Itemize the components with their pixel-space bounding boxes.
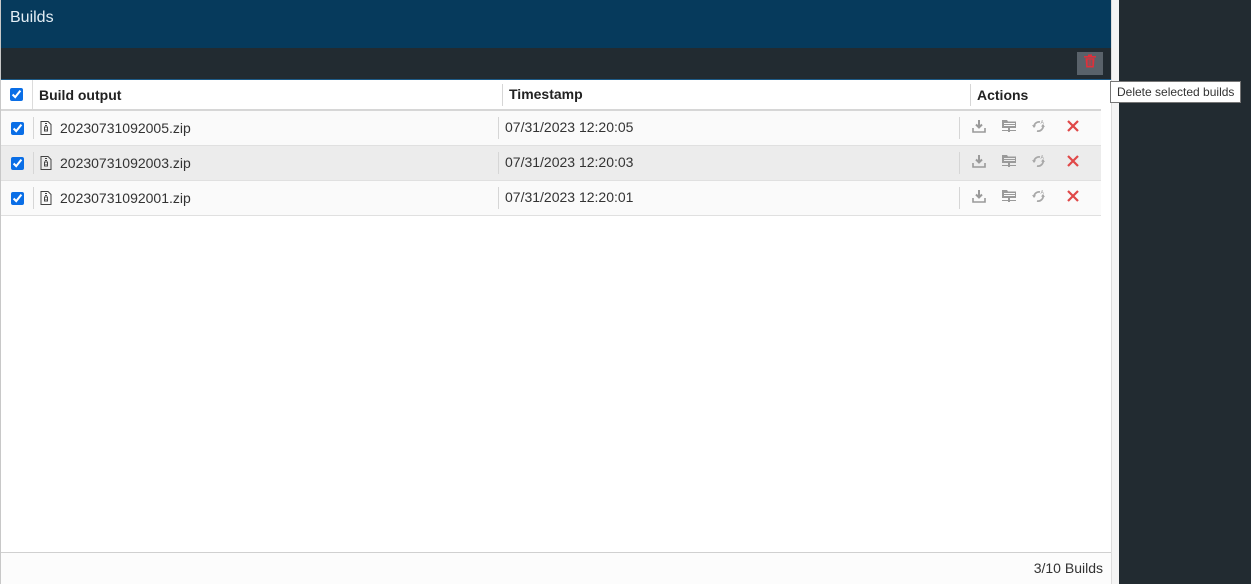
build-file-name[interactable]: 20230731092005.zip — [60, 120, 191, 136]
column-header-build-output[interactable]: Build output — [33, 87, 502, 103]
row-check-cell — [1, 181, 33, 215]
row-actions: A — [960, 186, 1088, 210]
toolbar — [1, 48, 1111, 80]
table-row[interactable]: 20230731092005.zip 07/31/2023 12:20:05 A — [1, 111, 1101, 146]
download-button[interactable] — [964, 116, 994, 140]
builds-table: Build output Timestamp Actions 202307310… — [1, 80, 1101, 216]
delete-build-button[interactable] — [1058, 116, 1088, 140]
column-header-actions: Actions — [977, 86, 1029, 103]
delete-icon — [1066, 119, 1080, 138]
delete-selected-tooltip: Delete selected builds — [1110, 81, 1242, 103]
regenerate-button[interactable]: A — [1024, 151, 1054, 175]
column-header-timestamp[interactable]: Timestamp — [503, 86, 970, 104]
page-title: Builds — [10, 9, 54, 26]
regenerate-button[interactable]: A — [1024, 186, 1054, 210]
row-actions: A — [960, 116, 1088, 140]
deploy-folder-icon — [1001, 189, 1017, 208]
deploy-button[interactable] — [994, 116, 1024, 140]
row-check-cell — [1, 146, 33, 180]
title-bar: Builds — [1, 0, 1111, 48]
row-actions: A — [960, 151, 1088, 175]
delete-selected-button[interactable] — [1077, 52, 1103, 75]
regenerate-button[interactable]: A — [1024, 116, 1054, 140]
build-output-cell: 20230731092001.zip — [34, 190, 498, 206]
deploy-folder-icon — [1001, 119, 1017, 138]
table-row[interactable]: 20230731092001.zip 07/31/2023 12:20:01 A — [1, 181, 1101, 216]
row-checkbox[interactable] — [10, 191, 24, 205]
build-file-name[interactable]: 20230731092001.zip — [60, 190, 191, 206]
builds-panel: Builds Build output Timestamp Actions 20… — [0, 0, 1111, 584]
download-icon — [972, 119, 986, 138]
trash-icon — [1083, 54, 1097, 73]
select-all-cell — [1, 80, 33, 109]
deploy-folder-icon — [1001, 154, 1017, 173]
download-icon — [972, 154, 986, 173]
deploy-button[interactable] — [994, 186, 1024, 210]
select-all-checkbox[interactable] — [10, 88, 23, 101]
delete-build-button[interactable] — [1058, 186, 1088, 210]
regenerate-icon: A — [1031, 189, 1047, 208]
download-button[interactable] — [964, 186, 994, 210]
zip-file-icon — [40, 156, 52, 170]
table-row[interactable]: 20230731092003.zip 07/31/2023 12:20:03 A — [1, 146, 1101, 181]
delete-icon — [1066, 154, 1080, 173]
regenerate-icon: A — [1031, 154, 1047, 173]
zip-file-icon — [40, 191, 52, 205]
zip-file-icon — [40, 121, 52, 135]
download-icon — [972, 189, 986, 208]
build-file-name[interactable]: 20230731092003.zip — [60, 155, 191, 171]
download-button[interactable] — [964, 151, 994, 175]
timestamp-cell: 07/31/2023 12:20:01 — [505, 189, 634, 205]
timestamp-cell: 07/31/2023 12:20:03 — [505, 154, 634, 170]
delete-build-button[interactable] — [1058, 151, 1088, 175]
deploy-button[interactable] — [994, 151, 1024, 175]
row-checkbox[interactable] — [10, 121, 24, 135]
timestamp-cell: 07/31/2023 12:20:05 — [505, 119, 634, 135]
delete-icon — [1066, 189, 1080, 208]
build-count: 3/10 Builds — [1033, 560, 1103, 576]
regenerate-icon: A — [1031, 119, 1047, 138]
row-checkbox[interactable] — [10, 156, 24, 170]
row-check-cell — [1, 111, 33, 145]
build-output-cell: 20230731092003.zip — [34, 155, 498, 171]
build-output-cell: 20230731092005.zip — [34, 120, 498, 136]
table-header: Build output Timestamp Actions — [1, 80, 1101, 111]
table-footer: 3/10 Builds — [1, 552, 1111, 584]
